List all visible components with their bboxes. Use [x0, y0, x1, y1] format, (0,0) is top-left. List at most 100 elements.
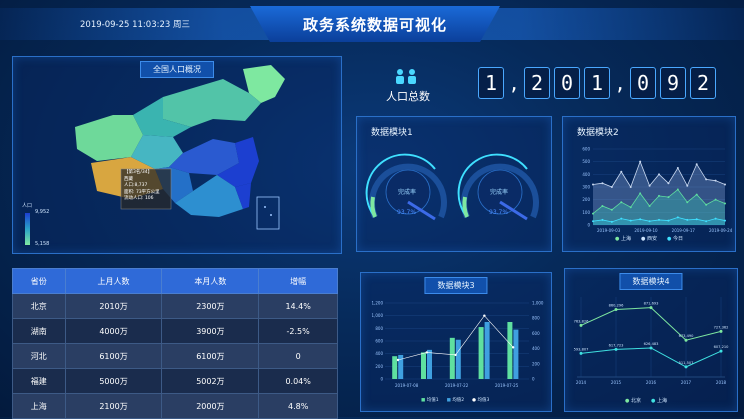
- data-point: [648, 205, 651, 207]
- bar-series1: [478, 327, 484, 379]
- data-point: [705, 220, 708, 223]
- module4-legend-item: ● 北京: [625, 398, 641, 404]
- table-cell: 0: [258, 343, 338, 369]
- table-row[interactable]: 北京 2010万 2300万 14.4%: [12, 293, 338, 319]
- x-tick-label: 2019-07-25: [495, 383, 519, 388]
- table-row[interactable]: 福建 5000万 5002万 0.04%: [12, 368, 338, 394]
- table-cell: 4000万: [64, 318, 163, 344]
- x-tick-label: 2018: [716, 380, 727, 385]
- tooltip-line5: 流动人口: 106: [124, 196, 154, 201]
- table-cell: 6100万: [64, 343, 163, 369]
- header-datetime: 2019-09-25 11:03:23 周三: [80, 20, 190, 30]
- table-row[interactable]: 湖南 4000万 3900万 -2.5%: [12, 318, 338, 344]
- table-cell: 福建: [12, 368, 66, 394]
- data-point: [714, 198, 717, 201]
- map-legend-label: 人口: [22, 203, 33, 209]
- population-counter: 1,201,092: [478, 67, 716, 99]
- y-tick-label: 100: [582, 210, 590, 215]
- table-cell: -2.5%: [258, 318, 338, 344]
- module4-chart: 2014 2015 2016 2017 2018 763,826 860,296 871,69…: [574, 297, 729, 385]
- y-tick-label: 300: [582, 185, 590, 190]
- china-map[interactable]: [13, 57, 341, 253]
- data-label: 617,723: [609, 343, 624, 347]
- bar-series1: [449, 337, 455, 379]
- table-cell: 2010万: [64, 293, 163, 319]
- table-cell: 上海: [12, 393, 66, 419]
- data-label: 593,807: [574, 347, 589, 351]
- people-icon: [396, 69, 416, 84]
- map-legend-max: 9,952: [35, 209, 50, 215]
- data-point: [592, 183, 594, 186]
- data-point: [667, 182, 670, 185]
- bar-series2: [455, 339, 461, 379]
- data-point: [639, 192, 642, 195]
- y-tick-label: 0: [380, 377, 383, 382]
- map-legend-bar: [25, 213, 30, 245]
- data-label: 727,362: [714, 325, 729, 329]
- data-label: 763,826: [574, 319, 590, 323]
- data-point: [684, 338, 688, 342]
- y-tick-label: 400: [375, 351, 383, 356]
- bar-series1: [392, 356, 398, 379]
- data-point: [724, 183, 726, 186]
- x-tick-label: 2019-07-08: [395, 383, 419, 388]
- gauge-right-label: 完成率: [490, 189, 509, 196]
- data-label: 673,490: [679, 334, 695, 338]
- population-icon: [392, 68, 422, 84]
- data-point: [714, 217, 717, 220]
- south-sea-inset: [256, 196, 280, 230]
- table-row[interactable]: 河北 6100万 6100万 0: [12, 343, 338, 369]
- data-point: [610, 208, 613, 211]
- data-label: 511,507: [679, 361, 694, 365]
- table-cell: 2300万: [161, 293, 260, 319]
- data-point: [676, 216, 679, 219]
- module1-panel: 数据模块1 完成率 93.7% 完成率 93.7%: [356, 116, 552, 252]
- table-cell: 河北: [12, 343, 66, 369]
- data-point: [658, 218, 660, 221]
- x-tick-label: 2019-09-17: [672, 228, 696, 233]
- x-tick-label: 2019-09-10: [634, 228, 658, 233]
- population-label: 人口总数: [386, 90, 430, 103]
- y2-tick-label: 0: [532, 377, 535, 382]
- bar-series1: [421, 352, 426, 379]
- data-point: [667, 219, 670, 222]
- module4-legend-item: ● 上海: [650, 398, 667, 404]
- data-point: [425, 351, 428, 354]
- data-point: [629, 219, 632, 222]
- y2-tick-label: 200: [532, 361, 540, 366]
- data-label: 626,483: [644, 342, 659, 346]
- table-header-cell: 上月人数: [64, 268, 163, 294]
- data-point: [483, 314, 486, 317]
- line-series3: [397, 315, 514, 361]
- data-point: [676, 167, 679, 169]
- module2-chart: 0 100 200 300 400 500 600 2019-09-03 2019-09-10 2…: [582, 147, 732, 234]
- data-point: [719, 349, 723, 353]
- table-row[interactable]: 上海 2100万 2000万 4.8%: [12, 393, 338, 419]
- x-tick-label: 2015: [611, 380, 622, 385]
- table-header-row: 省份 上月人数 本月人数 增幅: [12, 268, 338, 294]
- y2-tick-label: 1,000: [532, 301, 544, 306]
- map-legend-min: 5,158: [35, 241, 50, 247]
- y-tick-label: 1,200: [372, 301, 384, 306]
- y-tick-label: 0: [587, 223, 590, 228]
- data-point: [714, 179, 717, 182]
- data-point: [610, 186, 613, 188]
- x-tick-label: 2014: [576, 380, 587, 385]
- data-point: [648, 220, 651, 223]
- table-cell: 4.8%: [258, 393, 338, 419]
- map-tooltip: 【第3名/34】 西藏 人口:8,737 面积: 73平方公里 流动人口: 10…: [124, 170, 160, 203]
- counter-digit: 0: [554, 67, 580, 99]
- counter-separator: ,: [510, 71, 518, 96]
- data-point: [579, 351, 583, 355]
- data-table: 省份 上月人数 本月人数 增幅 北京 2010万 2300万 14.4% 湖南 4000万 390…: [12, 268, 338, 419]
- table-header-cell: 省份: [12, 268, 66, 294]
- gauge-right: [457, 153, 539, 221]
- y-tick-label: 200: [375, 364, 383, 369]
- y-tick-label: 1,000: [372, 313, 384, 318]
- data-point: [614, 308, 618, 312]
- gauge-left-value: 93.7%: [397, 209, 417, 216]
- data-point: [695, 193, 698, 196]
- x-tick-label: 2017: [681, 380, 692, 385]
- data-point: [686, 184, 689, 187]
- data-point: [592, 212, 594, 215]
